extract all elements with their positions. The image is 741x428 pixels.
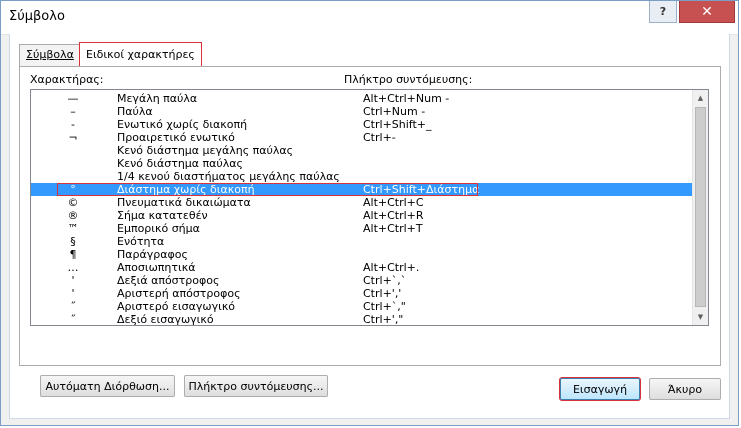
list-item-character: ' [71, 274, 75, 287]
list-item[interactable]: ˝ Δεξιό εισαγωγικό Ctrl+'," [31, 313, 693, 326]
list-item[interactable]: ® Σήμα κατατεθέν Alt+Ctrl+R [31, 209, 693, 222]
shortcut-key-button-label: Πλήκτρο συντόμευσης... [188, 379, 324, 393]
list-item-shortcut: Alt+Ctrl+R [363, 209, 424, 222]
list-item[interactable]: 1/4 κενού διαστήματος μεγάλης παύλας [31, 170, 693, 183]
list-item-character: § [70, 235, 76, 248]
autocorrect-button[interactable]: Αυτόματη Διόρθωση... [40, 375, 175, 397]
shortcut-key-button[interactable]: Πλήκτρο συντόμευσης... [184, 375, 328, 397]
list-item-character: ™ [67, 222, 79, 235]
list-item[interactable]: ‑ Ενωτικό χωρίς διακοπή Ctrl+Shift+_ [31, 118, 693, 131]
list-item[interactable]: § Ενότητα [31, 235, 693, 248]
list-item[interactable]: © Πνευματικά δικαιώματα Alt+Ctrl+C [31, 196, 693, 209]
list-item[interactable]: ° Διάστημα χωρίς διακοπή Ctrl+Shift+Διάστη… [31, 183, 693, 196]
tab-symbols-label: Σύμβολα [26, 48, 74, 61]
list-item-name: 1/4 κενού διαστήματος μεγάλης παύλας [117, 170, 340, 183]
list-item-character: – [70, 105, 76, 118]
column-header-shortcut: Πλήκτρο συντόμευσης: [344, 73, 473, 86]
cancel-button-label: Άκυρο [667, 382, 703, 396]
list-item[interactable]: ' Αριστερή απόστροφος Ctrl+',' [31, 287, 693, 300]
help-icon: ? [659, 5, 667, 18]
dialog-body: Σύμβολα Ειδικοί χαρακτήρες Χαρακτήρας: Π… [9, 34, 730, 419]
list-item-shortcut: Alt+Ctrl+Num - [363, 92, 450, 105]
symbol-dialog: Σύμβολο ? ✕ Σύμβολα Ειδικοί χαρακτήρες Χ… [0, 0, 739, 426]
list-item-character: ¬ [68, 131, 78, 144]
list-item-name: Κενό διάστημα παύλας [117, 157, 244, 170]
window-title: Σύμβολο [9, 9, 65, 24]
list-item-character: ˝ [70, 300, 76, 313]
list-item-shortcut: Alt+Ctrl+C [363, 196, 424, 209]
help-button[interactable]: ? [649, 1, 677, 23]
tab-symbols[interactable]: Σύμβολα [19, 44, 81, 66]
list-item-character: ¶ [69, 248, 77, 261]
list-item-character: ˝ [70, 313, 76, 326]
list-item-name: Δεξιό εισαγωγικό [117, 313, 214, 326]
list-item-shortcut: Ctrl+Num - [363, 105, 426, 118]
scroll-down-icon[interactable]: ▼ [693, 309, 708, 325]
list-item-character: ® [67, 209, 79, 222]
list-item-shortcut: Ctrl+Shift+_ [363, 118, 432, 131]
list-item-name: Αριστερή απόστροφος [117, 287, 241, 300]
list-item-character: — [67, 92, 79, 105]
list-item-character: … [67, 261, 79, 274]
list-item[interactable]: ' Δεξιά απόστροφος Ctrl+`,` [31, 274, 693, 287]
close-icon: ✕ [701, 3, 713, 20]
title-bar: Σύμβολο ? ✕ [1, 1, 738, 35]
list-item-shortcut: Ctrl+`," [363, 300, 406, 313]
list-item-name: Σήμα κατατεθέν [117, 209, 208, 222]
list-item-character: ‑ [71, 118, 75, 131]
special-characters-list[interactable]: ˝ Δεξιό εισαγωγικό Ctrl+'," ˝ Αριστερό εισαγ… [30, 89, 709, 326]
list-item[interactable]: ¬ Προαιρετικό ενωτικό Ctrl+- [31, 131, 693, 144]
column-header-character: Χαρακτήρας: [30, 73, 104, 86]
list-item[interactable]: ™ Εμπορικό σήμα Alt+Ctrl+T [31, 222, 693, 235]
list-item-character: ' [71, 287, 75, 300]
list-item[interactable]: Κενό διάστημα μεγάλης παύλας [31, 144, 693, 157]
list-item-name: Δεξιά απόστροφος [117, 274, 220, 287]
list-item-shortcut: Ctrl+`,` [363, 274, 407, 287]
list-item[interactable]: Κενό διάστημα παύλας [31, 157, 693, 170]
list-item[interactable]: — Μεγάλη παύλα Alt+Ctrl+Num - [31, 92, 693, 105]
list-item[interactable]: – Παύλα Ctrl+Num - [31, 105, 693, 118]
insert-button[interactable]: Εισαγωγή [560, 378, 640, 400]
list-item-shortcut: Alt+Ctrl+T [363, 222, 423, 235]
insert-button-label: Εισαγωγή [572, 382, 628, 396]
list-item-name: Παύλα [117, 105, 153, 118]
list-item-shortcut: Ctrl+'," [363, 313, 404, 326]
vertical-scrollbar[interactable]: ▲ ▼ [692, 90, 708, 325]
scroll-thumb[interactable] [695, 107, 706, 307]
close-button[interactable]: ✕ [679, 1, 735, 23]
list-item-character: © [67, 196, 79, 209]
special-characters-panel: Χαρακτήρας: Πλήκτρο συντόμευσης: ˝ Δεξιό … [19, 66, 721, 397]
cancel-button[interactable]: Άκυρο [649, 378, 721, 400]
list-item-name: Ενότητα [117, 235, 165, 248]
tab-special-characters-label: Ειδικοί χαρακτήρες [86, 48, 195, 61]
selection-highlight [57, 183, 478, 196]
list-item-name: Πνευματικά δικαιώματα [117, 196, 251, 209]
list-item-name: Ενωτικό χωρίς διακοπή [117, 118, 248, 131]
list-item[interactable]: ˝ Αριστερό εισαγωγικό Ctrl+`," [31, 300, 693, 313]
list-item[interactable]: … Αποσιωπητικά Alt+Ctrl+. [31, 261, 693, 274]
list-item-shortcut: Alt+Ctrl+. [363, 261, 420, 274]
list-item-name: Εμπορικό σήμα [117, 222, 200, 235]
autocorrect-button-label: Αυτόματη Διόρθωση... [45, 379, 170, 393]
list-item-name: Αποσιωπητικά [117, 261, 196, 274]
list-item-name: Παράγραφος [117, 248, 188, 261]
list-item-name: Προαιρετικό ενωτικό [117, 131, 235, 144]
list-item-shortcut: Ctrl+- [363, 131, 396, 144]
list-item-name: Μεγάλη παύλα [117, 92, 198, 105]
scroll-up-icon[interactable]: ▲ [693, 90, 708, 106]
list-item-name: Κενό διάστημα μεγάλης παύλας [117, 144, 294, 157]
tab-special-characters[interactable]: Ειδικοί χαρακτήρες [79, 42, 202, 67]
list-item[interactable]: ¶ Παράγραφος [31, 248, 693, 261]
list-item-name: Αριστερό εισαγωγικό [117, 300, 236, 313]
list-item-shortcut: Ctrl+',' [363, 287, 402, 300]
